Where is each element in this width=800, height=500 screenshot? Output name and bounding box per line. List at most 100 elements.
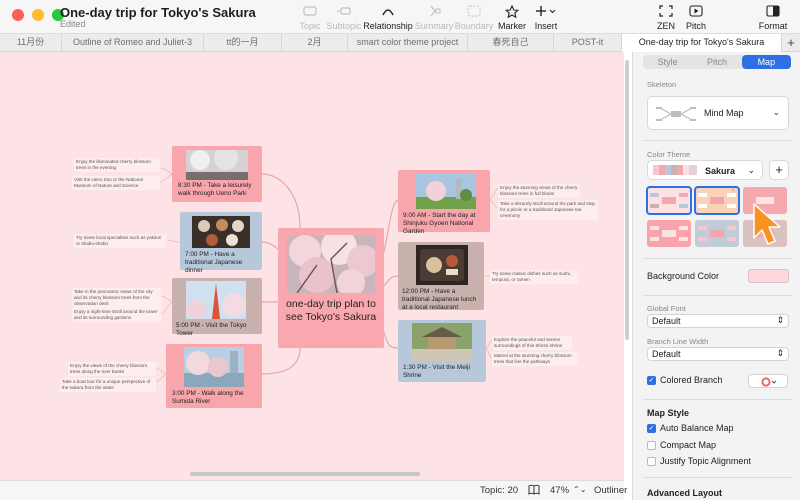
justify-alignment-label: Justify Topic Alignment bbox=[660, 456, 751, 466]
colored-branch-label: Colored Branch bbox=[660, 375, 723, 385]
format-panel-icon bbox=[745, 4, 800, 18]
topic-count: Topic: 20 bbox=[480, 485, 519, 496]
colored-branch-picker[interactable] bbox=[748, 374, 788, 388]
divider bbox=[643, 140, 793, 141]
tokyo-tower-photo bbox=[186, 281, 246, 319]
tab-5[interactable]: 春死自己 bbox=[468, 34, 554, 52]
format-panel: Style Pitch Map Skeleton Mind Map ⌄ Colo… bbox=[632, 52, 800, 500]
topic-tokyo-tower[interactable]: 5:00 PM - Visit the Tokyo Tower bbox=[172, 278, 262, 337]
justify-alignment-checkbox[interactable] bbox=[647, 457, 656, 466]
note[interactable]: Explore the peaceful and serene surround… bbox=[492, 336, 572, 350]
note[interactable]: Take a leisurely stroll around the park … bbox=[498, 200, 598, 220]
colored-branch-checkbox[interactable]: ✓ bbox=[647, 376, 656, 385]
divider bbox=[643, 399, 793, 400]
outliner-button[interactable]: Outliner bbox=[594, 485, 627, 496]
compact-map-label: Compact Map bbox=[660, 440, 717, 450]
compact-map-checkbox[interactable] bbox=[647, 441, 656, 450]
play-icon bbox=[668, 4, 724, 18]
insert-button[interactable]: Insert bbox=[518, 4, 574, 31]
note[interactable]: Enjoy the stunning views of the cherry b… bbox=[498, 184, 580, 198]
global-font-select[interactable]: Default ⇕ bbox=[647, 314, 789, 328]
topic-ueno-park[interactable]: 8:30 PM - Take a leisurely walk through … bbox=[172, 146, 262, 202]
tab-1[interactable]: Outline of Romeo and Juliet-3 bbox=[62, 34, 204, 52]
branch-line-width-label: Branch Line Width bbox=[647, 337, 709, 346]
tab-map[interactable]: Map bbox=[741, 55, 791, 69]
ueno-park-photo bbox=[186, 150, 248, 180]
divider bbox=[643, 295, 793, 296]
updown-icon: ⇕ bbox=[776, 315, 784, 325]
panel-tabs: Style Pitch Map bbox=[643, 55, 791, 69]
rainbow-ring-icon bbox=[761, 377, 777, 387]
zoom-level[interactable]: 47% bbox=[550, 485, 569, 496]
theme-thumbnail[interactable] bbox=[647, 220, 691, 247]
minimize-window-button[interactable] bbox=[32, 9, 44, 21]
tab-3[interactable]: 2月 bbox=[282, 34, 348, 52]
document-title: One-day trip for Tokyo's Sakura bbox=[60, 5, 256, 20]
shinjuku-gyoen-photo bbox=[416, 173, 476, 209]
pitch-button[interactable]: Pitch bbox=[668, 4, 724, 31]
skeleton-select[interactable]: Mind Map ⌄ bbox=[647, 96, 789, 130]
note[interactable]: Try some classic dishes such as sushi, t… bbox=[490, 270, 578, 284]
theme-thumbnail[interactable] bbox=[646, 186, 692, 215]
auto-balance-label: Auto Balance Map bbox=[660, 423, 734, 433]
note[interactable]: Marvel at the stunning cherry blossom tr… bbox=[492, 352, 578, 366]
vertical-scrollbar[interactable] bbox=[625, 60, 629, 340]
mind-map-canvas[interactable]: one-day trip plan to see Tokyo's Sakura … bbox=[0, 52, 624, 480]
new-tab-icon[interactable]: + bbox=[782, 34, 800, 52]
plus-dropdown-icon bbox=[518, 4, 574, 18]
global-font-label: Global Font bbox=[647, 304, 686, 313]
note[interactable]: Enjoy the views of the cherry blossom tr… bbox=[68, 362, 156, 376]
tab-0[interactable]: 11月份 bbox=[0, 34, 62, 52]
lunch-photo bbox=[416, 245, 468, 285]
auto-balance-checkbox[interactable]: ✓ bbox=[647, 424, 656, 433]
tab-pitch[interactable]: Pitch bbox=[692, 55, 741, 69]
note[interactable]: Try some local specialties such as yakit… bbox=[74, 234, 166, 248]
topic-meiji-shrine[interactable]: 1:30 PM - Visit the Meiji Shrine bbox=[398, 320, 486, 382]
tab-6[interactable]: POST-it bbox=[554, 34, 622, 52]
document-tabs: 11月份 Outline of Romeo and Juliet-3 tt的一月… bbox=[0, 34, 800, 52]
color-theme-heading: Color Theme bbox=[647, 150, 691, 159]
sumida-river-photo bbox=[184, 347, 244, 387]
note[interactable]: Take a boat tour for a unique perspectiv… bbox=[60, 378, 156, 392]
advanced-layout-heading: Advanced Layout bbox=[647, 488, 723, 498]
title-bar: One-day trip for Tokyo's Sakura Edited T… bbox=[0, 0, 800, 34]
note[interactable]: Enjoy the illuminated cherry blossom tre… bbox=[74, 158, 160, 172]
format-button[interactable]: Format bbox=[745, 4, 800, 31]
tab-2[interactable]: tt的一月 bbox=[204, 34, 282, 52]
topic-japanese-lunch[interactable]: 12:00 PM - Have a traditional Japanese l… bbox=[398, 242, 484, 311]
topic-sumida-river[interactable]: 3:00 PM - Walk along the Sumida River bbox=[166, 344, 262, 408]
tab-4[interactable]: smart color theme project bbox=[348, 34, 468, 52]
horizontal-scrollbar[interactable] bbox=[190, 472, 420, 476]
meiji-shrine-photo bbox=[412, 323, 472, 361]
sakura-palette-icon bbox=[653, 165, 697, 175]
zoom-stepper-icon[interactable]: ⌃⌄ bbox=[573, 485, 586, 494]
pointer-cursor-icon bbox=[753, 203, 781, 245]
cherry-blossom-photo bbox=[287, 235, 375, 293]
updown-icon: ⇕ bbox=[776, 348, 784, 358]
topic-shinjuku-gyoen[interactable]: 9:00 AM - Start the day at Shinjuku Gyoe… bbox=[398, 170, 490, 235]
mind-map-skeleton-icon bbox=[656, 107, 696, 121]
color-theme-select[interactable]: Sakura ⌄ bbox=[647, 160, 763, 180]
theme-thumbnail[interactable] bbox=[694, 186, 740, 215]
divider bbox=[643, 477, 793, 478]
note[interactable]: Visit the Ueno Zoo or the National Museu… bbox=[72, 176, 160, 190]
background-color-swatch[interactable] bbox=[748, 269, 789, 283]
book-icon[interactable] bbox=[528, 484, 540, 498]
add-theme-button[interactable]: + bbox=[769, 160, 789, 180]
chevron-down-icon: ⌄ bbox=[747, 165, 755, 175]
dinner-photo bbox=[192, 216, 250, 248]
close-window-button[interactable] bbox=[12, 9, 24, 21]
central-topic[interactable]: one-day trip plan to see Tokyo's Sakura bbox=[278, 228, 384, 348]
note[interactable]: Enjoy a night-time stroll around the tow… bbox=[72, 308, 162, 322]
map-style-heading: Map Style bbox=[647, 408, 690, 418]
central-topic-text: one-day trip plan to see Tokyo's Sakura bbox=[285, 298, 377, 323]
branch-line-width-select[interactable]: Default ⇕ bbox=[647, 347, 789, 361]
theme-thumbnail[interactable] bbox=[695, 220, 739, 247]
chevron-down-icon: ⌄ bbox=[772, 107, 780, 117]
tab-style[interactable]: Style bbox=[643, 55, 692, 69]
tab-active[interactable]: One-day trip for Tokyo's Sakura bbox=[622, 34, 782, 52]
skeleton-heading: Skeleton bbox=[647, 80, 677, 89]
note[interactable]: Take in the panoramic views of the city … bbox=[72, 288, 162, 308]
topic-japanese-dinner[interactable]: 7:00 PM - Have a traditional Japanese di… bbox=[180, 212, 262, 274]
background-color-label: Background Color bbox=[647, 271, 720, 281]
